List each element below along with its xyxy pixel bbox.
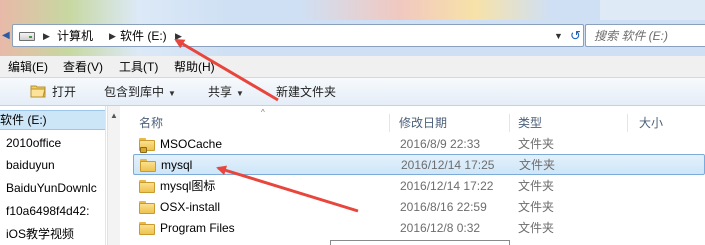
nav-item-f10a6498[interactable]: f10a6498f4d42: — [6, 201, 89, 221]
new-folder-button[interactable]: 新建文件夹 — [276, 78, 336, 106]
titlebar-strip — [600, 0, 705, 20]
file-date: 2016/8/16 22:59 — [400, 200, 487, 214]
share-button[interactable]: 共享 ▼ — [208, 78, 244, 106]
file-type: 文件夹 — [519, 158, 556, 172]
chevron-down-icon: ▼ — [236, 89, 244, 98]
breadcrumb-separator[interactable]: ▶ — [43, 27, 50, 45]
folder-icon — [140, 159, 156, 172]
menu-help[interactable]: 帮助(H) — [174, 56, 215, 78]
file-date: 2016/12/14 17:25 — [401, 158, 495, 172]
file-type: 文件夹 — [518, 200, 555, 214]
new-folder-label: 新建文件夹 — [276, 85, 337, 99]
nav-item-2010office[interactable]: 2010office — [6, 133, 61, 153]
open-folder-icon — [30, 85, 46, 98]
column-header-name[interactable]: 名称 — [139, 116, 163, 130]
file-row[interactable]: MSOCache 2016/8/9 22:33 文件夹 — [133, 134, 705, 155]
nav-scrollbar[interactable]: ▲ — [107, 106, 120, 245]
file-type: 文件夹 — [518, 137, 555, 151]
file-row-selected[interactable]: mysql 2016/12/14 17:25 文件夹 — [133, 154, 705, 175]
search-placeholder: 搜索 软件 (E:) — [594, 29, 668, 43]
breadcrumb-separator[interactable]: ▶ — [175, 27, 182, 45]
menu-view[interactable]: 查看(V) — [63, 56, 103, 78]
file-row[interactable]: mysql图标 2016/12/14 17:22 文件夹 — [133, 176, 705, 197]
open-button[interactable]: 打开 — [30, 78, 76, 106]
locked-folder-icon — [139, 138, 155, 153]
command-toolbar: 打开 包含到库中 ▼ 共享 ▼ 新建文件夹 — [0, 78, 705, 106]
window-titlebar: ◀ ▶ 计算机 ▶ 软件 (E:) ▶ ▼ ↺ 搜索 软件 (E:) — [0, 0, 705, 56]
file-name: mysql图标 — [160, 179, 216, 193]
nav-item-drive-e[interactable]: 软件 (E:) — [0, 110, 47, 130]
menu-bar: 编辑(E) 查看(V) 工具(T) 帮助(H) — [0, 56, 705, 78]
menu-edit[interactable]: 编辑(E) — [8, 56, 48, 78]
open-button-label: 打开 — [52, 85, 77, 99]
folder-icon — [139, 180, 155, 193]
breadcrumb-separator[interactable]: ▶ — [109, 27, 116, 45]
chevron-down-icon: ▼ — [168, 89, 176, 98]
file-name: MSOCache — [160, 137, 223, 151]
column-header-date[interactable]: 修改日期 — [399, 116, 447, 130]
column-header-size[interactable]: 大小 — [639, 116, 663, 130]
search-input[interactable]: 搜索 软件 (E:) — [585, 24, 705, 47]
address-bar[interactable]: ▶ 计算机 ▶ 软件 (E:) ▶ ▼ ↺ — [12, 24, 584, 47]
folder-icon — [139, 201, 155, 214]
file-row[interactable]: OSX-install 2016/8/16 22:59 文件夹 — [133, 197, 705, 218]
address-dropdown-icon[interactable]: ▼ — [554, 27, 563, 45]
column-divider[interactable] — [509, 114, 510, 132]
file-name: mysql — [161, 158, 193, 172]
wallpaper-strip — [300, 0, 550, 20]
file-name: OSX-install — [160, 200, 221, 214]
include-in-library-label: 包含到库中 — [104, 85, 165, 99]
nav-item-baiduyun[interactable]: baiduyun — [6, 155, 55, 175]
file-list: ^ 名称 修改日期 类型 大小 MSOCache 2016/8/9 22:33 … — [121, 106, 705, 245]
file-type: 文件夹 — [518, 221, 555, 235]
file-type: 文件夹 — [518, 179, 555, 193]
menu-tools[interactable]: 工具(T) — [119, 56, 158, 78]
nav-item-ios-videos[interactable]: iOS教学视频 — [6, 224, 74, 244]
tooltip-edge — [330, 240, 510, 245]
refresh-icon[interactable]: ↺ — [570, 25, 584, 46]
file-row[interactable]: Program Files 2016/12/8 0:32 文件夹 — [133, 218, 705, 239]
navigation-pane: 软件 (E:) 2010office baiduyun BaiduYunDown… — [0, 106, 106, 245]
column-divider[interactable] — [627, 114, 628, 132]
file-date: 2016/8/9 22:33 — [400, 137, 481, 151]
file-date: 2016/12/8 0:32 — [400, 221, 481, 235]
sort-indicator-icon: ^ — [261, 108, 265, 117]
scroll-up-icon[interactable]: ▲ — [110, 111, 118, 120]
folder-icon — [139, 222, 155, 235]
share-button-label: 共享 — [208, 85, 233, 99]
column-divider[interactable] — [389, 114, 390, 132]
column-header-type[interactable]: 类型 — [518, 116, 542, 130]
nav-item-baiduyundownload[interactable]: BaiduYunDownlc — [6, 178, 97, 198]
breadcrumb-computer[interactable]: 计算机 — [57, 27, 93, 45]
file-name: Program Files — [160, 221, 235, 235]
breadcrumb-drive-e[interactable]: 软件 (E:) — [120, 27, 167, 45]
file-date: 2016/12/14 17:22 — [400, 179, 494, 193]
include-in-library-button[interactable]: 包含到库中 ▼ — [104, 78, 176, 106]
drive-icon — [19, 32, 35, 41]
